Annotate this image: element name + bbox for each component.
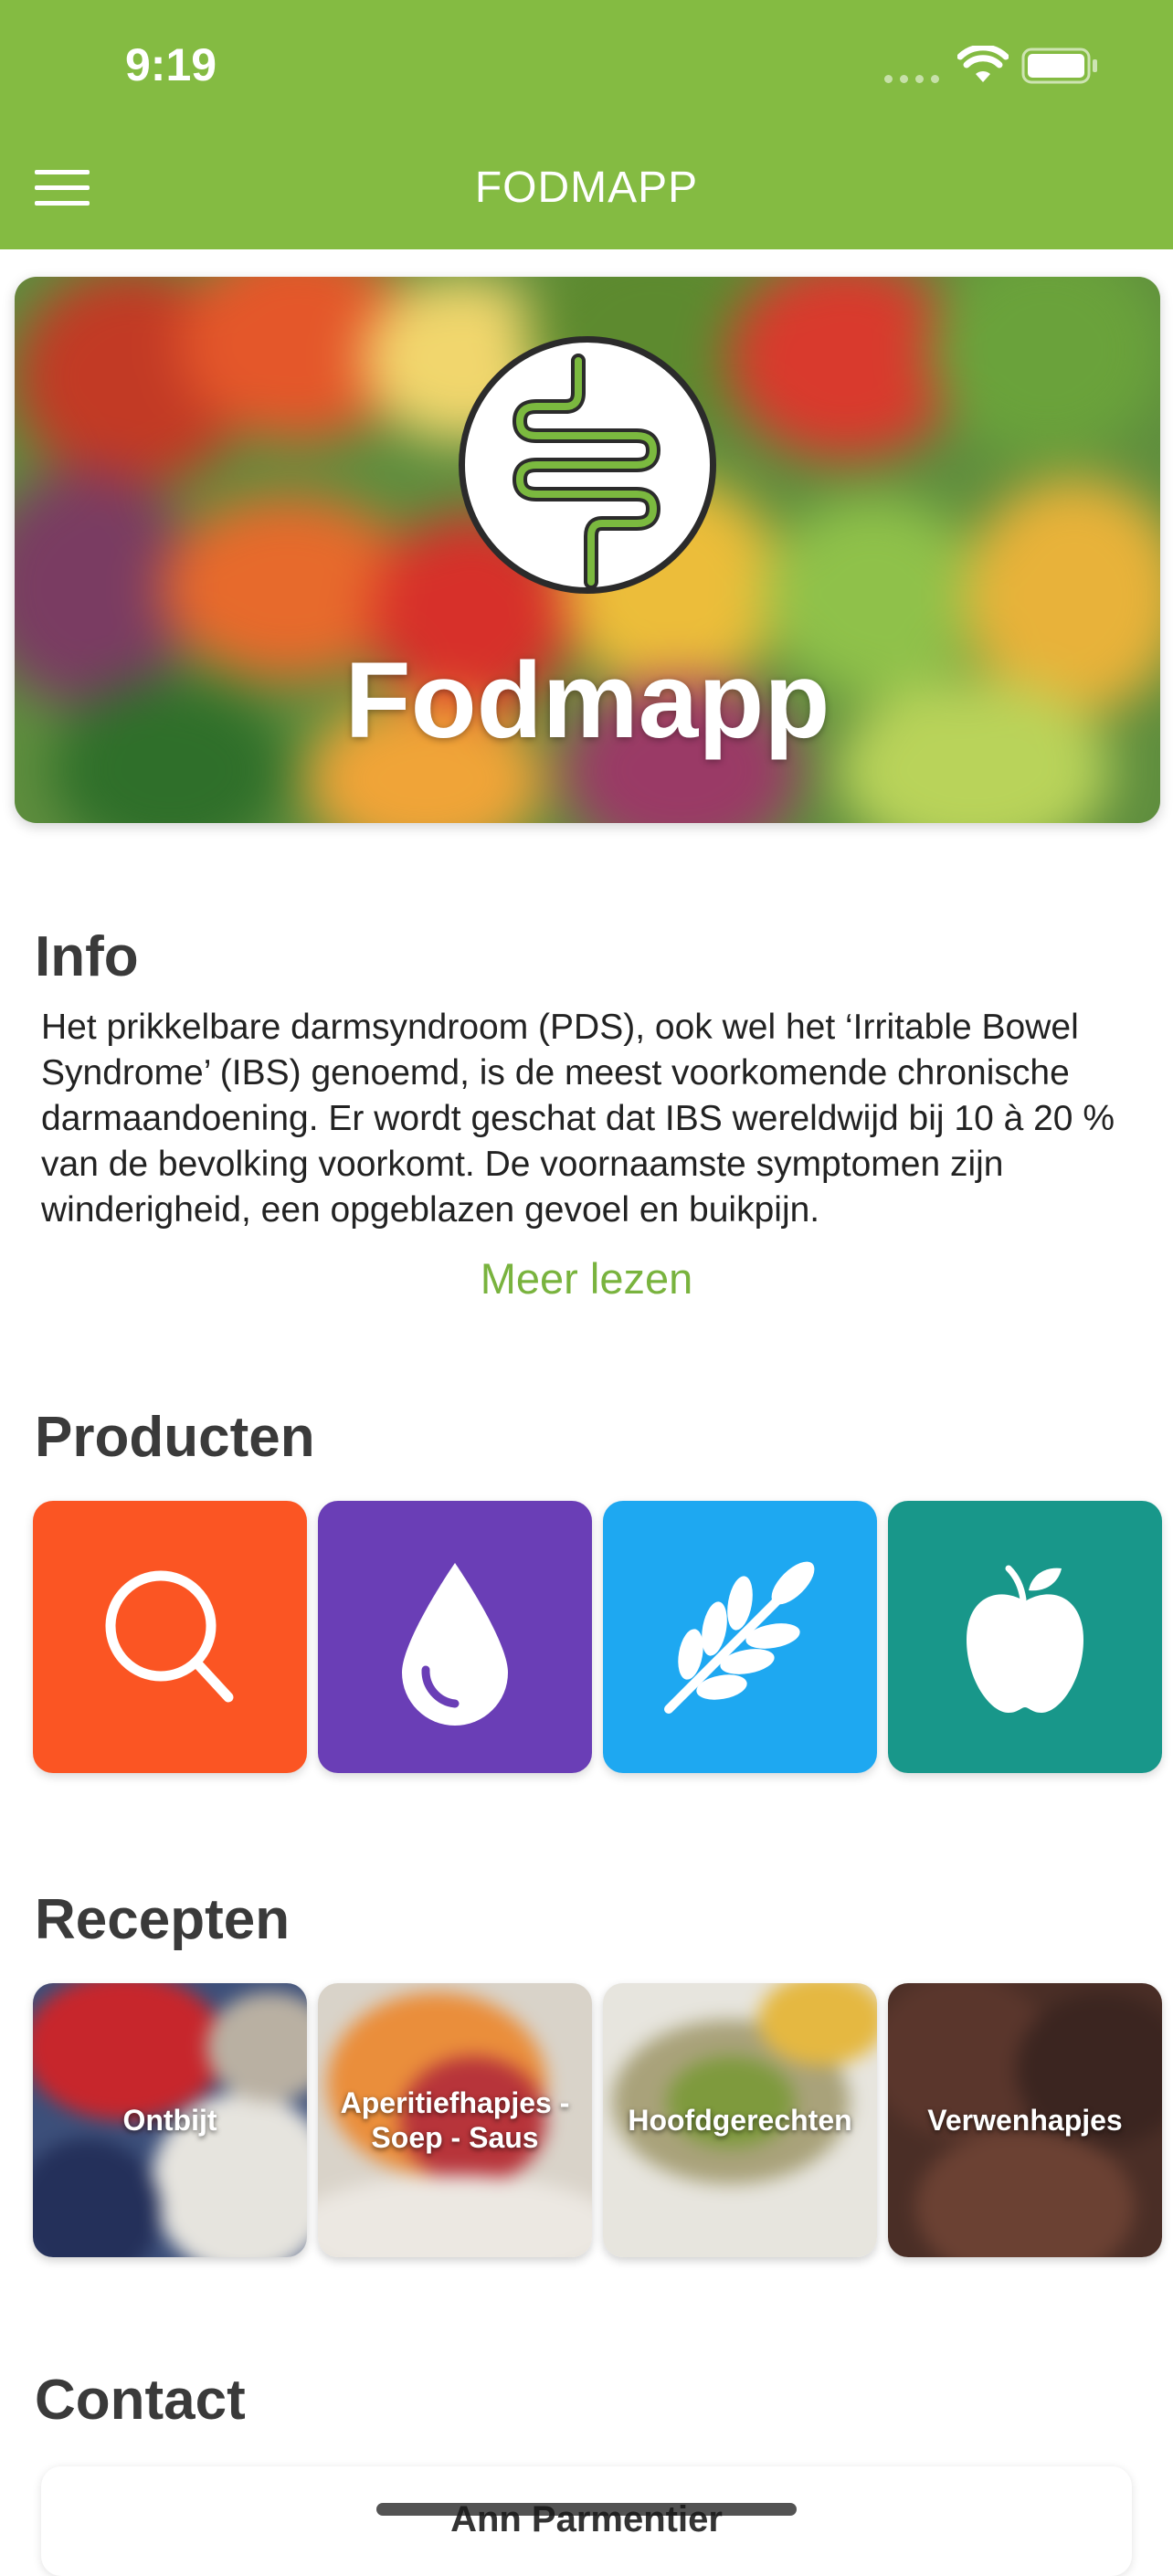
product-grain-tile[interactable] xyxy=(603,1501,877,1773)
info-heading: Info xyxy=(35,925,139,988)
product-lactose-tile[interactable] xyxy=(318,1501,592,1773)
recipe-label: Verwenhapjes xyxy=(927,2104,1123,2137)
battery-icon xyxy=(1021,48,1097,84)
contact-heading: Contact xyxy=(35,2369,246,2432)
product-search-tile[interactable] xyxy=(33,1501,307,1773)
cellular-signal-icon xyxy=(884,75,939,83)
apple-icon xyxy=(967,1565,1083,1713)
search-icon xyxy=(105,1570,234,1703)
home-indicator[interactable] xyxy=(376,2503,797,2516)
read-more-link[interactable]: Meer lezen xyxy=(0,1253,1173,1304)
recipe-label: Ontbijt xyxy=(122,2104,217,2137)
recipe-main-course-tile[interactable]: Hoofdgerechten xyxy=(603,1983,877,2257)
drop-icon xyxy=(402,1563,508,1726)
recipe-appetizer-tile[interactable]: Aperitiefhapjes - Soep - Saus xyxy=(318,1983,592,2257)
products-tiles xyxy=(33,1501,1162,1773)
app-header: 9:19 FODMAPP xyxy=(0,0,1173,249)
status-time: 9:19 xyxy=(125,39,217,90)
hero-banner: Fodmapp xyxy=(15,277,1160,823)
wifi-icon xyxy=(957,46,1009,82)
app-title: FODMAPP xyxy=(474,164,699,212)
wheat-icon xyxy=(664,1561,815,1714)
recipe-label: Hoofdgerechten xyxy=(628,2104,852,2137)
products-heading: Producten xyxy=(35,1406,315,1469)
recipes-heading: Recepten xyxy=(35,1888,291,1951)
recipe-treats-tile[interactable]: Verwenhapjes xyxy=(888,1983,1162,2257)
fodmapp-logo xyxy=(459,336,716,594)
recipe-label: Aperitiefhapjes - Soep - Saus xyxy=(340,2086,570,2154)
contact-card[interactable]: Ann Parmentier xyxy=(41,2466,1132,2576)
product-fruit-tile[interactable] xyxy=(888,1501,1162,1773)
hero-title: Fodmapp xyxy=(344,640,830,761)
recipes-list: Ontbijt Aperitiefhapjes - Soep - Saus Ho… xyxy=(33,1983,1162,2257)
info-text: Het prikkelbare darmsyndroom (PDS), ook … xyxy=(41,1008,1115,1230)
recipe-breakfast-tile[interactable]: Ontbijt xyxy=(33,1983,307,2257)
